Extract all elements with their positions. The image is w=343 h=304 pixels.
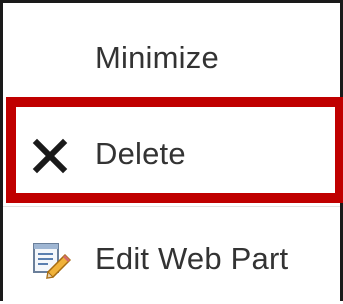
menu-item-minimize[interactable]: Minimize <box>3 3 340 103</box>
edit-web-part-icon <box>31 241 72 281</box>
menu-item-edit-web-part[interactable]: Edit Web Part <box>3 211 340 304</box>
menu-item-delete[interactable]: Delete <box>3 99 340 203</box>
menu-item-label: Delete <box>95 136 186 171</box>
menu-item-label: Edit Web Part <box>95 241 289 276</box>
web-part-menu: Minimize Delete Edit Web Part <box>0 0 343 301</box>
close-x-icon <box>31 137 71 177</box>
menu-item-label: Minimize <box>95 40 219 75</box>
menu-divider <box>3 206 340 207</box>
